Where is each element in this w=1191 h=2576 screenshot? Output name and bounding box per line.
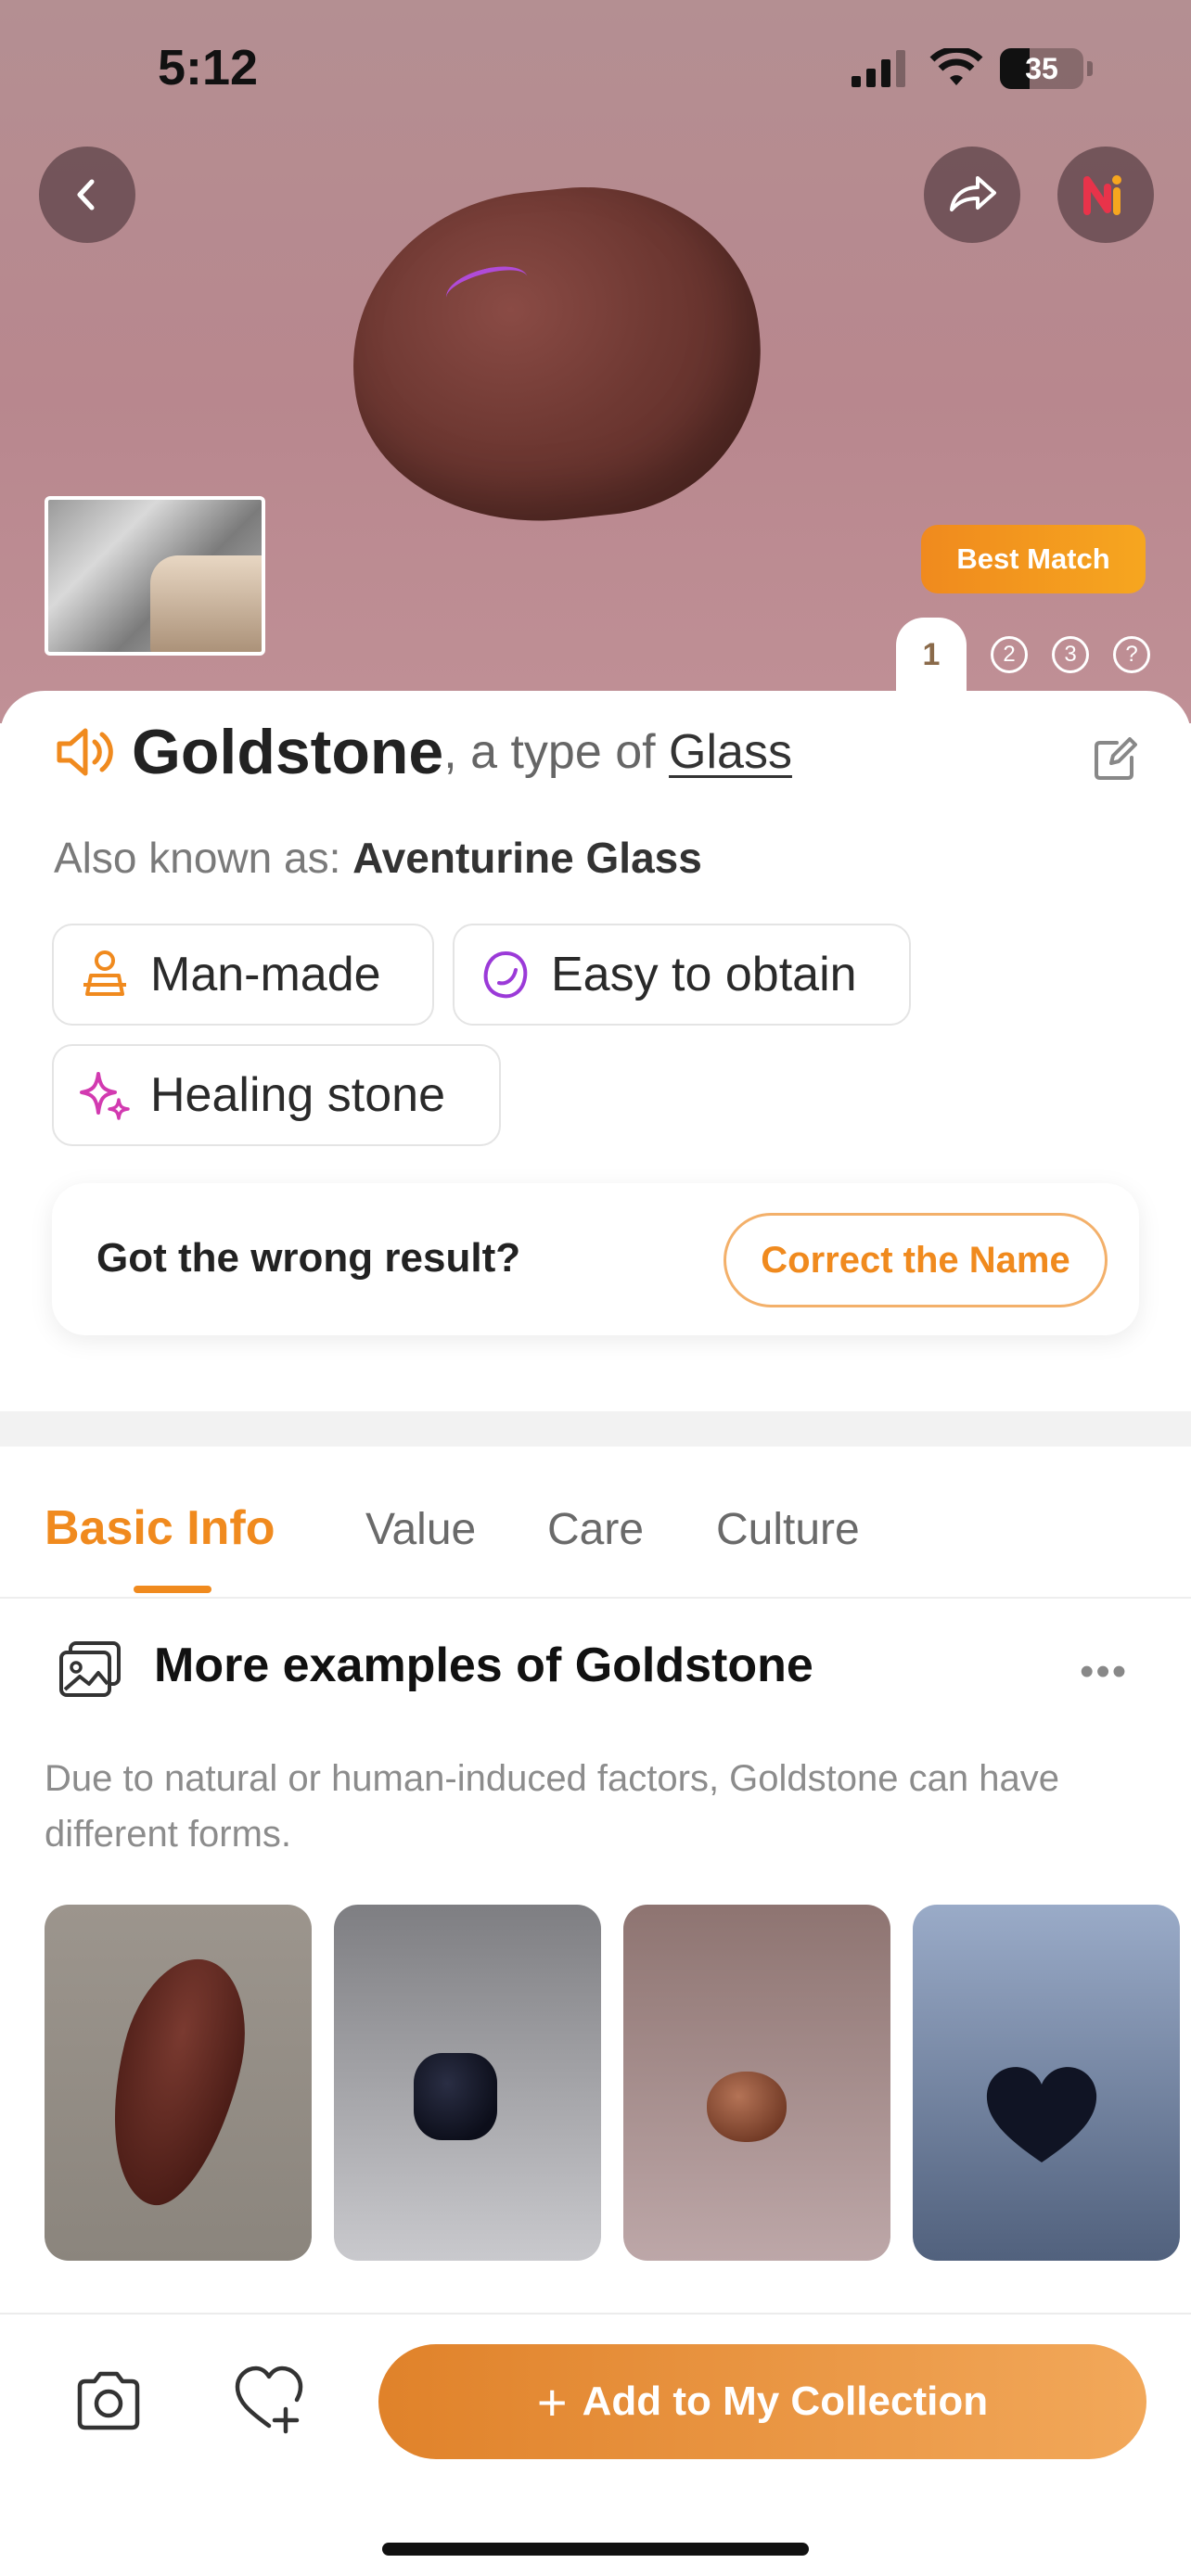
example-photo[interactable]: [45, 1905, 312, 2261]
tab-culture[interactable]: Culture: [716, 1504, 860, 1555]
plus-icon: +: [536, 2372, 568, 2431]
stone-name: Goldstone: [132, 717, 444, 787]
also-known-as: Also known as: Aventurine Glass: [54, 833, 702, 883]
specimen-photo: [336, 169, 777, 541]
result-pager: 1 2 3 ?: [896, 618, 1150, 692]
ai-logo-icon: [1083, 175, 1121, 215]
stone-type-link[interactable]: Glass: [669, 724, 792, 780]
camera-icon[interactable]: [72, 2365, 145, 2437]
tag-easy-to-obtain[interactable]: Easy to obtain: [453, 924, 911, 1026]
person-icon: [83, 950, 126, 996]
page-1[interactable]: 1: [896, 618, 967, 692]
chevron-left-icon: [77, 179, 95, 210]
wifi-icon: [929, 48, 983, 85]
favorite-add-icon[interactable]: [232, 2363, 306, 2437]
example-photo[interactable]: [334, 1905, 601, 2261]
battery-level: 35: [1025, 51, 1058, 85]
aka-label: Also known as:: [54, 834, 341, 882]
status-time: 5:12: [158, 40, 259, 96]
signal-icon: [852, 50, 905, 87]
home-indicator: [382, 2543, 809, 2556]
section-divider: [0, 1411, 1191, 1447]
page-3[interactable]: 3: [1052, 636, 1089, 673]
aka-value: Aventurine Glass: [352, 834, 702, 882]
tag-healing-stone[interactable]: Healing stone: [52, 1044, 501, 1146]
page-unknown[interactable]: ?: [1113, 636, 1150, 673]
active-tab-indicator: [134, 1586, 211, 1593]
user-photo-thumbnail[interactable]: [45, 496, 265, 656]
back-button[interactable]: [39, 147, 135, 243]
bottom-action-bar: + Add to My Collection: [0, 2313, 1191, 2576]
speaker-icon[interactable]: [54, 721, 115, 783]
add-to-collection-button[interactable]: + Add to My Collection: [378, 2344, 1146, 2459]
type-prefix: , a type of: [443, 725, 670, 779]
hero-image: 5:12 35 Best Match 1 2 3 ?: [0, 0, 1191, 723]
wrong-result-card: Got the wrong result? Correct the Name: [52, 1183, 1139, 1335]
info-tabs: Basic Info Value Care Culture: [0, 1447, 1191, 1599]
examples-title: More examples of Goldstone: [154, 1639, 813, 1692]
gallery-icon: [59, 1641, 121, 1697]
correct-name-button[interactable]: Correct the Name: [724, 1213, 1108, 1307]
share-button[interactable]: [924, 147, 1020, 243]
examples-description: Due to natural or human-induced factors,…: [45, 1758, 1059, 1855]
ai-assistant-button[interactable]: [1057, 147, 1154, 243]
sparkle-icon: [80, 1072, 130, 1120]
tag-man-made[interactable]: Man-made: [52, 924, 434, 1026]
example-photo[interactable]: [913, 1905, 1180, 2261]
status-icons: 35: [852, 46, 1093, 91]
tab-value[interactable]: Value: [365, 1504, 476, 1555]
example-photo[interactable]: [623, 1905, 890, 2261]
tab-care[interactable]: Care: [547, 1504, 644, 1555]
result-title: Goldstone , a type of Glass: [54, 716, 792, 788]
tag-label: Easy to obtain: [551, 948, 857, 1001]
tag-label: Man-made: [150, 948, 381, 1001]
wrong-result-question: Got the wrong result?: [96, 1235, 521, 1281]
page-2[interactable]: 2: [991, 636, 1028, 673]
tag-label: Healing stone: [150, 1068, 445, 1122]
add-button-label: Add to My Collection: [582, 2378, 989, 2424]
edit-icon[interactable]: [1093, 737, 1137, 782]
battery-icon: 35: [1000, 48, 1083, 89]
gem-icon: [483, 950, 528, 999]
more-options-icon[interactable]: •••: [1080, 1649, 1128, 1695]
examples-gallery: [45, 1905, 1180, 2261]
share-icon: [950, 176, 996, 211]
best-match-badge: Best Match: [921, 525, 1146, 593]
tab-basic-info[interactable]: Basic Info: [45, 1500, 275, 1556]
